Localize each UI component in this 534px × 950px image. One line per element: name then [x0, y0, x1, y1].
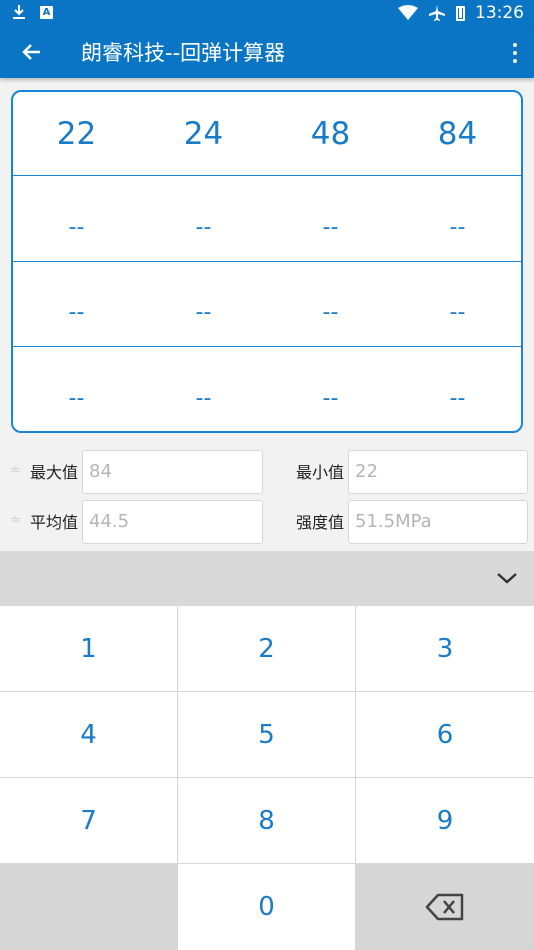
grid-cell[interactable]: -- — [394, 384, 521, 414]
key-blank — [0, 864, 178, 950]
grid-cell[interactable]: 84 — [394, 112, 521, 156]
grid-divider — [13, 261, 521, 262]
strength-value-field[interactable]: 51.5MPa — [348, 500, 528, 544]
download-icon — [13, 5, 25, 19]
grid-divider — [13, 175, 521, 176]
grid-cell[interactable]: -- — [394, 213, 521, 243]
grid-cell[interactable]: -- — [140, 213, 267, 243]
backspace-key[interactable] — [356, 864, 534, 950]
key-3[interactable]: 3 — [356, 606, 534, 692]
grid-row-2: -- -- -- -- — [13, 213, 521, 243]
status-bar: A 13:26 — [0, 0, 534, 28]
min-value-field[interactable]: 22 — [348, 450, 528, 494]
key-6[interactable]: 6 — [356, 692, 534, 778]
faint-glyph: ≐ — [10, 463, 21, 478]
back-arrow-icon[interactable] — [18, 38, 46, 66]
faint-glyph: ≐ — [10, 513, 21, 528]
grid-row-1: 22 24 48 84 — [13, 112, 521, 156]
grid-cell[interactable]: -- — [140, 384, 267, 414]
more-options-icon[interactable] — [510, 40, 520, 66]
grid-cell[interactable]: -- — [394, 298, 521, 328]
grid-cell[interactable]: -- — [267, 384, 394, 414]
key-8[interactable]: 8 — [178, 778, 356, 864]
status-time: 13:26 — [475, 3, 524, 23]
airplane-icon — [429, 5, 445, 21]
backspace-icon — [425, 893, 464, 921]
grid-cell[interactable]: -- — [13, 384, 140, 414]
grid-row-3: -- -- -- -- — [13, 298, 521, 328]
grid-cell[interactable]: -- — [140, 298, 267, 328]
key-1[interactable]: 1 — [0, 606, 178, 692]
grid-cell[interactable]: -- — [13, 298, 140, 328]
key-4[interactable]: 4 — [0, 692, 178, 778]
page-title: 朗睿科技--回弹计算器 — [81, 41, 286, 65]
key-7[interactable]: 7 — [0, 778, 178, 864]
key-0[interactable]: 0 — [178, 864, 356, 950]
chevron-down-icon[interactable] — [496, 569, 518, 587]
grid-cell[interactable]: -- — [267, 298, 394, 328]
strength-label: 强度值 — [296, 513, 345, 532]
grid-divider — [13, 346, 521, 347]
key-5[interactable]: 5 — [178, 692, 356, 778]
grid-cell[interactable]: -- — [267, 213, 394, 243]
max-value-field[interactable]: 84 — [82, 450, 263, 494]
average-value-field[interactable]: 44.5 — [82, 500, 263, 544]
grid-cell[interactable]: 24 — [140, 112, 267, 156]
max-label: 最大值 — [30, 463, 79, 482]
grid-cell[interactable]: -- — [13, 213, 140, 243]
grid-cell[interactable]: 22 — [13, 112, 140, 156]
app-a-icon: A — [40, 5, 53, 19]
grid-cell[interactable]: 48 — [267, 112, 394, 156]
grid-row-4: -- -- -- -- — [13, 384, 521, 414]
average-label: 平均值 — [30, 513, 79, 532]
app-bar: 朗睿科技--回弹计算器 — [0, 28, 534, 78]
battery-icon — [456, 5, 465, 21]
key-9[interactable]: 9 — [356, 778, 534, 864]
keyboard-toolbar — [0, 551, 534, 606]
wifi-icon — [398, 5, 418, 20]
reading-grid: 22 24 48 84 -- -- -- -- -- -- -- -- -- -… — [11, 90, 523, 433]
min-label: 最小值 — [296, 463, 345, 482]
numeric-keypad: 1 2 3 4 5 6 7 8 9 0 — [0, 606, 534, 950]
key-2[interactable]: 2 — [178, 606, 356, 692]
